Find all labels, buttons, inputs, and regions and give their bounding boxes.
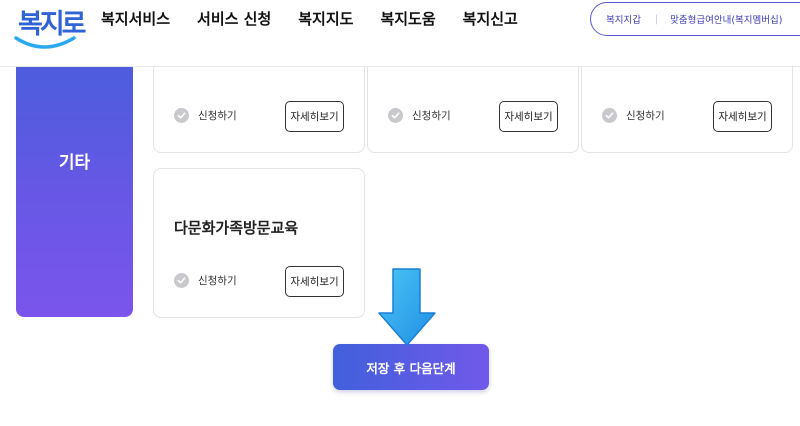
- site-header: 복지로 복지서비스 서비스 신청 복지지도 복지도움 복지신고 복지지갑 | 맞…: [0, 0, 800, 67]
- check-circle-icon: [388, 108, 403, 123]
- apply-status: 신청하기: [388, 108, 451, 123]
- nav-item-welfare-service[interactable]: 복지서비스: [101, 9, 170, 29]
- welfare-wallet-link[interactable]: 복지지갑: [606, 12, 641, 26]
- detail-button[interactable]: 자세히보기: [285, 101, 344, 132]
- utility-links: 복지지갑 | 맞춤형급여안내(복지멤버십): [590, 2, 800, 36]
- util-separator: |: [654, 13, 659, 25]
- nav-item-welfare-help[interactable]: 복지도움: [380, 9, 435, 29]
- nav-item-welfare-report[interactable]: 복지신고: [463, 9, 518, 29]
- detail-button[interactable]: 자세히보기: [713, 101, 772, 132]
- check-circle-icon: [602, 108, 617, 123]
- service-title: 다문화가족방문교육: [174, 219, 299, 237]
- check-circle-icon: [174, 273, 189, 288]
- down-arrow-icon: [378, 268, 436, 346]
- apply-status: 신청하기: [174, 273, 237, 288]
- apply-label: 신청하기: [198, 275, 237, 287]
- apply-label: 신청하기: [198, 110, 237, 122]
- apply-status: 신청하기: [602, 108, 665, 123]
- apply-status: 신청하기: [174, 108, 237, 123]
- logo[interactable]: 복지로: [14, 2, 87, 56]
- apply-label: 신청하기: [412, 110, 451, 122]
- check-circle-icon: [174, 108, 189, 123]
- apply-label: 신청하기: [626, 110, 665, 122]
- service-card: 다문화가족방문교육 신청하기 자세히보기: [153, 168, 365, 318]
- nav-item-welfare-map[interactable]: 복지지도: [298, 9, 353, 29]
- detail-button[interactable]: 자세히보기: [285, 266, 344, 297]
- main-nav: 복지서비스 서비스 신청 복지지도 복지도움 복지신고: [101, 9, 545, 29]
- nav-item-service-apply[interactable]: 서비스 신청: [197, 9, 271, 29]
- category-title: 기타: [58, 153, 91, 173]
- detail-button[interactable]: 자세히보기: [499, 101, 558, 132]
- category-card: 기타: [16, 60, 133, 317]
- save-and-next-button[interactable]: 저장 후 다음단계: [333, 344, 489, 390]
- custom-benefit-link[interactable]: 맞춤형급여안내(복지멤버십): [670, 12, 782, 26]
- logo-smile-icon: [14, 36, 76, 49]
